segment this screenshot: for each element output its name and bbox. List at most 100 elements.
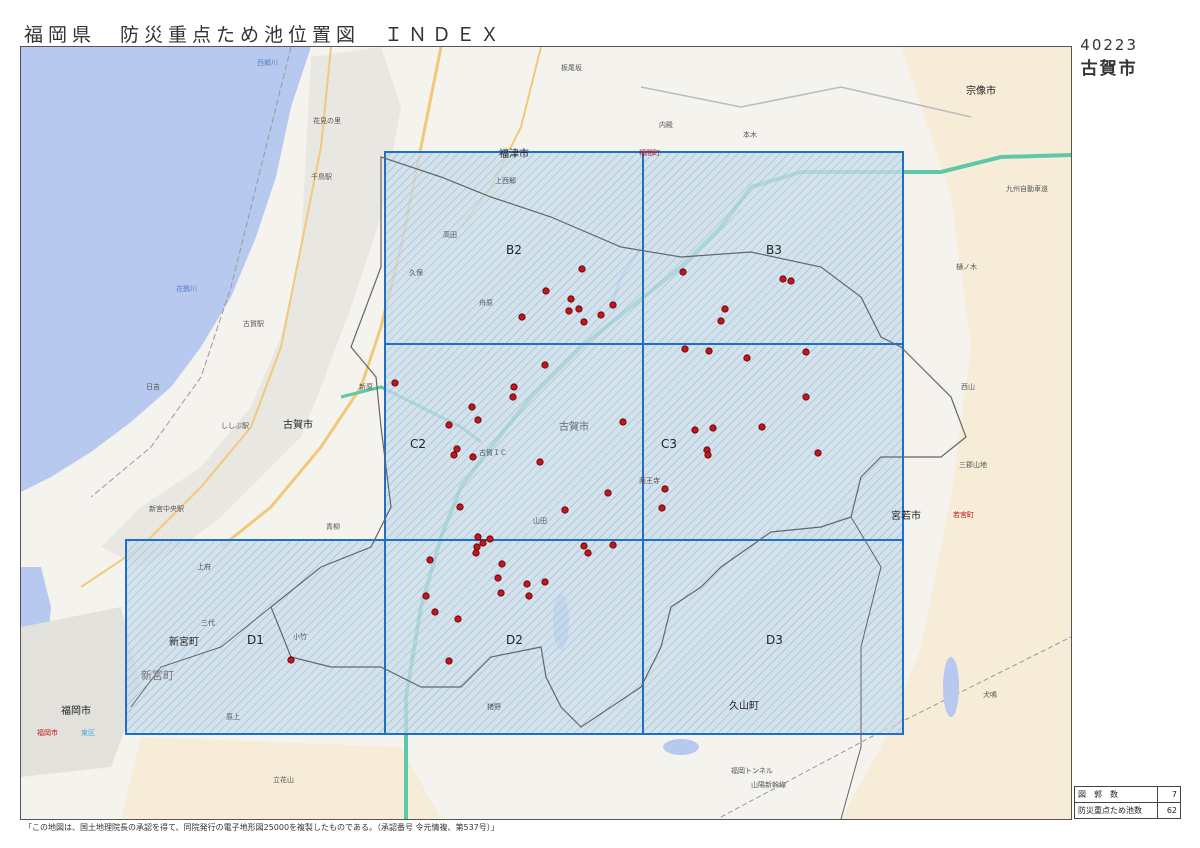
pond-marker[interactable] <box>609 301 617 309</box>
pond-marker[interactable] <box>498 560 506 568</box>
summary-value: 62 <box>1157 802 1181 819</box>
pond-marker[interactable] <box>468 403 476 411</box>
label-fukuoka-red: 福岡市 <box>37 728 58 737</box>
pond-marker[interactable] <box>473 543 481 551</box>
pond-marker[interactable] <box>779 275 787 283</box>
label-yamada: 山田 <box>533 516 547 525</box>
pond-marker[interactable] <box>542 287 550 295</box>
pond-marker[interactable] <box>422 592 430 600</box>
pond-marker[interactable] <box>469 453 477 461</box>
pond-marker[interactable] <box>597 311 605 319</box>
copyright-note: 「この地図は、国土地理院長の承認を得て、同院発行の電子地形図25000を複製した… <box>24 823 499 832</box>
pond-marker[interactable] <box>814 449 822 457</box>
pond-marker[interactable] <box>523 580 531 588</box>
label-shishibu-station: ししぶ駅 <box>221 422 249 430</box>
pond-marker[interactable] <box>580 318 588 326</box>
pond-marker[interactable] <box>445 657 453 665</box>
page-title: 福岡県 防災重点ため池位置図 ＩＮＤＥＸ <box>24 24 505 46</box>
label-fukuoka-city: 福岡市 <box>61 704 91 717</box>
pond-marker[interactable] <box>575 305 583 313</box>
label-yonekawa: 猪野 <box>487 702 501 711</box>
label-kamibaru: 原上 <box>226 712 240 721</box>
sheet-label-B3: B3 <box>766 243 782 257</box>
pond-marker[interactable] <box>426 556 434 564</box>
pond-marker[interactable] <box>541 578 549 586</box>
pond-marker[interactable] <box>681 345 689 353</box>
pond-marker[interactable] <box>450 451 458 459</box>
pond-marker[interactable] <box>717 317 725 325</box>
label-koga-station: 古賀駅 <box>243 319 264 328</box>
pond-marker[interactable] <box>802 393 810 401</box>
label-hananosato: 花見の里 <box>313 116 341 125</box>
pond-marker[interactable] <box>679 268 687 276</box>
sheet-label-D1: D1 <box>247 633 264 647</box>
pond-marker[interactable] <box>802 348 810 356</box>
map-canvas[interactable]: 福津市 古賀市 古賀市 宮若市 宗像市 新宮町 久山町 福岡市 花見の里 千鳥駅… <box>21 47 1071 819</box>
label-kasuya: 東区 <box>81 728 95 737</box>
label-kyushu-expressway: 九州自動車道 <box>1006 184 1048 193</box>
pond-marker[interactable] <box>609 541 617 549</box>
label-kotake: 小竹 <box>293 632 307 641</box>
pond-marker[interactable] <box>580 542 588 550</box>
pond-marker[interactable] <box>479 539 487 547</box>
pond-marker[interactable] <box>691 426 699 434</box>
map-frame[interactable]: 福津市 古賀市 古賀市 宮若市 宗像市 新宮町 久山町 福岡市 花見の里 千鳥駅… <box>20 46 1072 820</box>
label-fukutsu-red: 福間町 <box>639 148 660 157</box>
pond-marker[interactable] <box>525 592 533 600</box>
pond-marker[interactable] <box>758 423 766 431</box>
pond-marker[interactable] <box>510 383 518 391</box>
pond-marker[interactable] <box>536 458 544 466</box>
pond-marker[interactable] <box>494 574 502 582</box>
label-chidori-station: 千鳥駅 <box>311 172 332 181</box>
pond-marker[interactable] <box>619 418 627 426</box>
pond-marker[interactable] <box>518 313 526 321</box>
city-code: 40223 <box>1080 36 1138 54</box>
label-hinoki: 樋ノ木 <box>956 262 977 271</box>
pond-marker[interactable] <box>431 608 439 616</box>
label-miyawaka-city: 宮若市 <box>891 509 921 522</box>
pond-marker[interactable] <box>453 445 461 453</box>
label-shinbara: 新原 <box>359 382 373 391</box>
summary-table: 図 郭 数 7 防災重点ため池数 62 <box>1074 786 1181 819</box>
pond-marker[interactable] <box>705 347 713 355</box>
pond-marker[interactable] <box>704 451 712 459</box>
pond-marker[interactable] <box>474 533 482 541</box>
label-hisayama-town: 久山町 <box>729 700 759 712</box>
pond-marker[interactable] <box>472 549 480 557</box>
pond-marker[interactable] <box>497 589 505 597</box>
pond-marker[interactable] <box>454 615 462 623</box>
pond-marker[interactable] <box>584 549 592 557</box>
reservoir-3 <box>943 657 959 717</box>
pond-marker[interactable] <box>661 485 669 493</box>
pond-marker[interactable] <box>565 307 573 315</box>
pond-marker[interactable] <box>721 305 729 313</box>
summary-row: 防災重点ため池数 62 <box>1074 802 1181 819</box>
pond-marker[interactable] <box>709 424 717 432</box>
sheet-C3[interactable] <box>642 343 904 541</box>
label-aoyagi: 青柳 <box>326 522 340 531</box>
label-takada: 高田 <box>443 230 457 239</box>
pond-marker[interactable] <box>561 506 569 514</box>
pond-marker[interactable] <box>474 416 482 424</box>
pond-marker[interactable] <box>578 265 586 273</box>
pond-marker[interactable] <box>743 354 751 362</box>
pond-marker[interactable] <box>541 361 549 369</box>
summary-label: 図 郭 数 <box>1074 786 1158 803</box>
pond-marker[interactable] <box>486 535 494 543</box>
pond-marker[interactable] <box>658 504 666 512</box>
label-koga-ic: 古賀ＩＣ <box>479 448 507 457</box>
label-koga-city-west: 古賀市 <box>283 418 313 431</box>
label-kubo: 久保 <box>409 268 423 277</box>
pond-marker[interactable] <box>456 503 464 511</box>
pond-marker[interactable] <box>445 421 453 429</box>
label-itabashi: 板尾坂 <box>561 63 582 72</box>
pond-marker[interactable] <box>787 277 795 285</box>
pond-marker[interactable] <box>509 393 517 401</box>
pond-marker[interactable] <box>567 295 575 303</box>
pond-marker[interactable] <box>287 656 295 664</box>
sheet-label-B2: B2 <box>506 243 522 257</box>
label-shingu-chuo-station: 新宮中央駅 <box>149 504 184 513</box>
summary-row: 図 郭 数 7 <box>1074 786 1181 803</box>
pond-marker[interactable] <box>604 489 612 497</box>
pond-marker[interactable] <box>391 379 399 387</box>
